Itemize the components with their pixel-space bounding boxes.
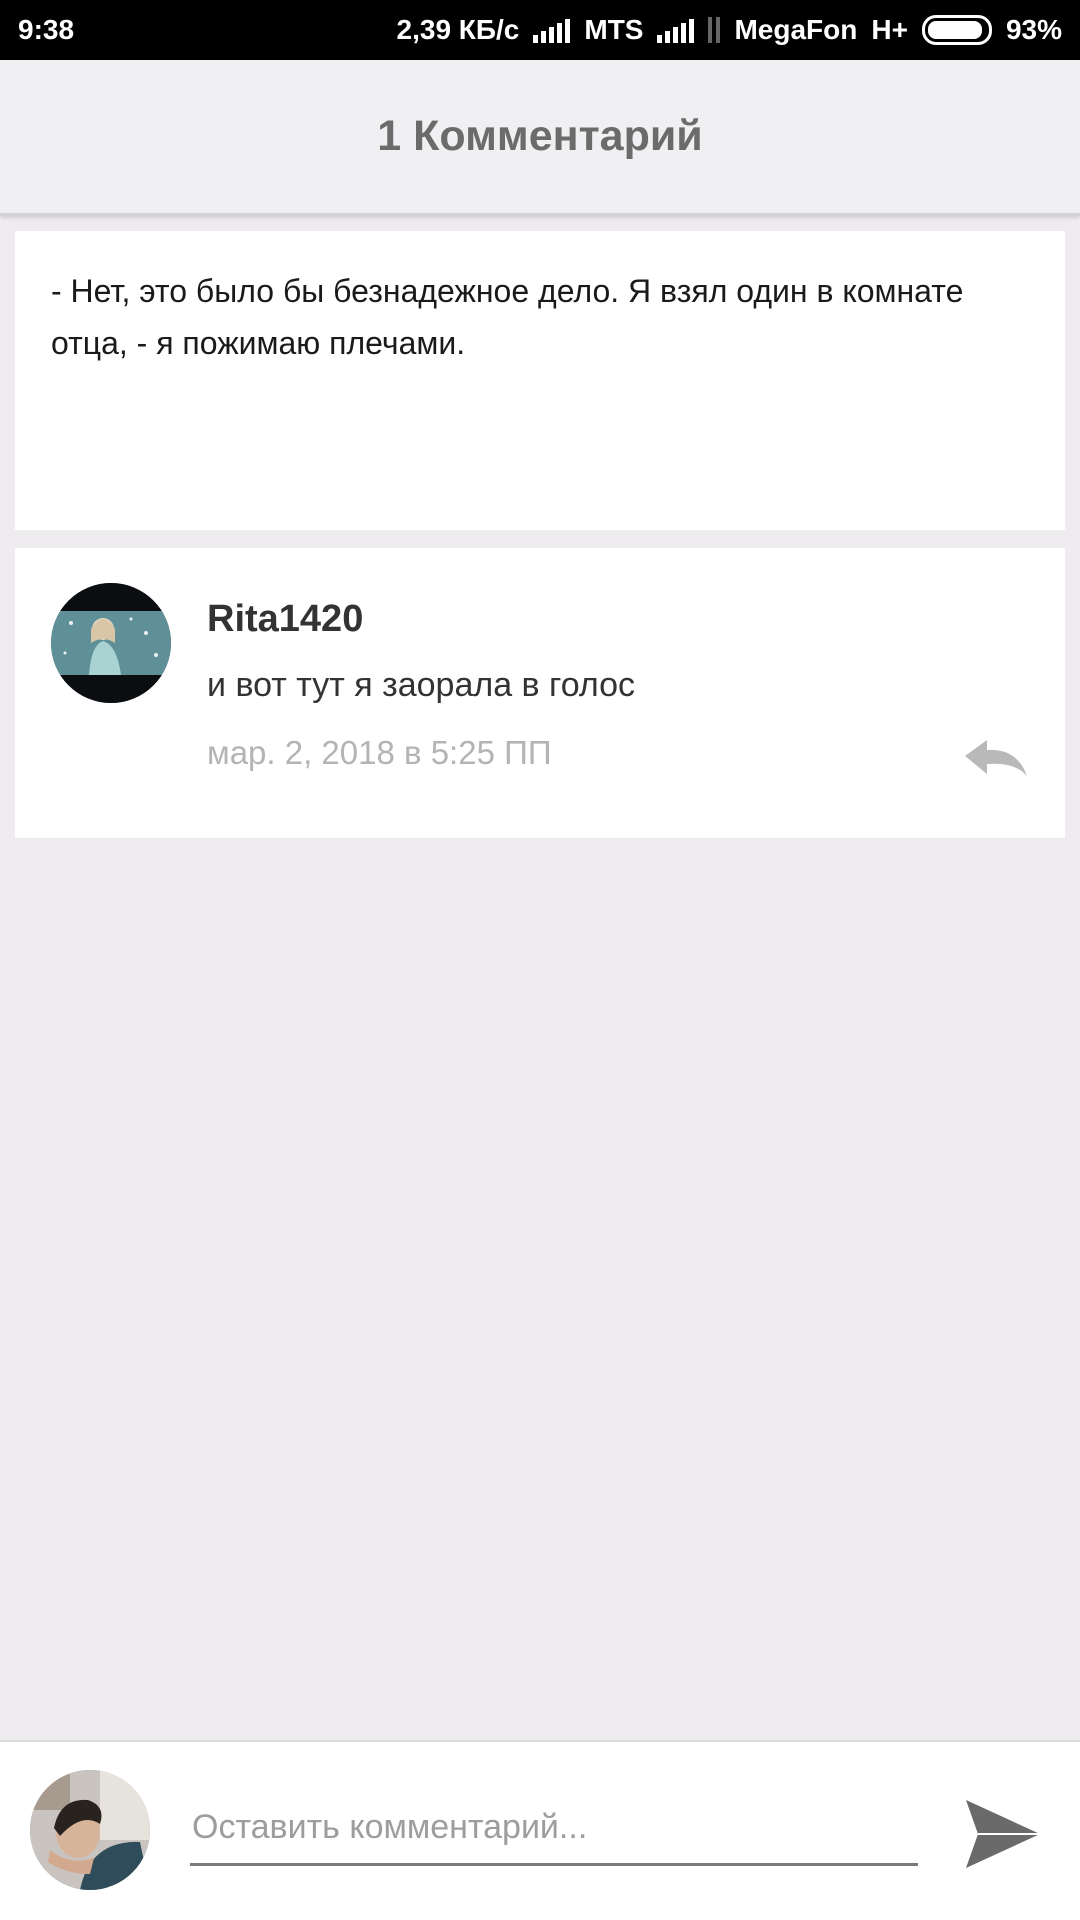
battery-fill bbox=[927, 21, 982, 39]
page-title: 1 Комментарий bbox=[377, 112, 703, 160]
user-avatar-image bbox=[30, 1770, 150, 1890]
avatar[interactable] bbox=[51, 583, 171, 703]
carrier-2: MegaFon bbox=[734, 14, 858, 45]
comment-input[interactable] bbox=[190, 1802, 918, 1866]
status-bar: 9:38 2,39 КБ/с MTS MegaFon H+ 93% bbox=[0, 0, 1080, 60]
comment-composer bbox=[0, 1740, 1080, 1920]
comment-text: и вот тут я заорала в голос bbox=[207, 666, 636, 704]
send-button[interactable] bbox=[960, 1792, 1044, 1876]
quote-card: - Нет, это было бы безнадежное дело. Я в… bbox=[15, 231, 1065, 530]
reply-icon bbox=[965, 740, 1027, 776]
network-type: H+ bbox=[871, 14, 908, 45]
status-time: 9:38 bbox=[18, 14, 75, 45]
battery-icon bbox=[921, 15, 992, 45]
reply-button[interactable] bbox=[961, 736, 1031, 780]
comments-screen: 9:38 2,39 КБ/с MTS MegaFon H+ 93% 1 Комм… bbox=[0, 0, 1080, 1920]
comment-date: мар. 2, 2018 в 5:25 ПП bbox=[207, 734, 552, 771]
signal-icon bbox=[533, 17, 571, 43]
battery-percent: 93% bbox=[1005, 14, 1062, 45]
comment-card: Rita1420 и вот тут я заорала в голос мар… bbox=[15, 548, 1065, 838]
send-icon bbox=[966, 1800, 1040, 1868]
user-avatar[interactable] bbox=[30, 1770, 150, 1890]
signal-icon bbox=[657, 17, 695, 43]
carrier-1: MTS bbox=[584, 14, 644, 45]
data-transfer-icon bbox=[708, 17, 721, 43]
header: 1 Комментарий bbox=[0, 60, 1080, 216]
comment-author[interactable]: Rita1420 bbox=[207, 598, 363, 641]
status-indicators: 2,39 КБ/с MTS MegaFon H+ 93% bbox=[397, 14, 1062, 46]
quote-text: - Нет, это было бы безнадежное дело. Я в… bbox=[51, 273, 964, 361]
avatar-image bbox=[51, 583, 171, 703]
network-speed: 2,39 КБ/с bbox=[396, 14, 520, 45]
